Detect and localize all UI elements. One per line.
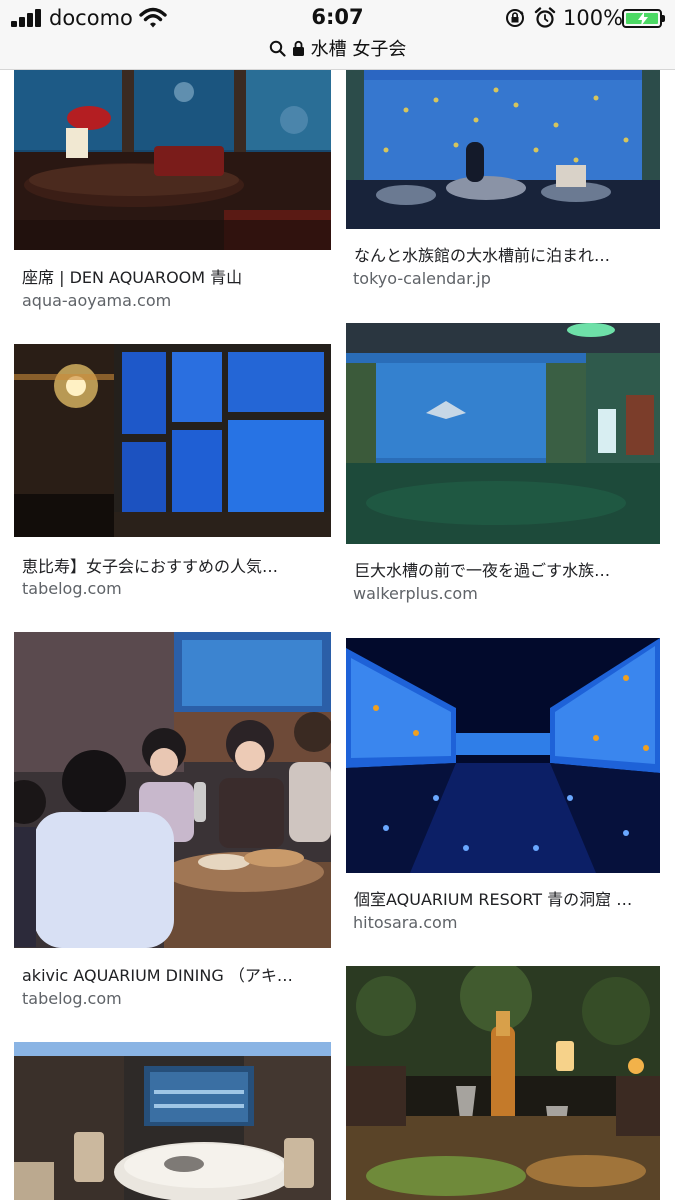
result-title[interactable]: 巨大水槽の前で一夜を過ごす水族… [354, 557, 654, 581]
result-domain: tabelog.com [22, 989, 122, 1008]
address-bar[interactable]: 水槽 女子会 [0, 35, 675, 63]
result-thumbnail[interactable] [14, 344, 331, 537]
result-thumbnail[interactable] [346, 323, 660, 544]
result-thumbnail[interactable] [14, 1042, 331, 1200]
rotation-lock-icon [506, 9, 524, 27]
result-title[interactable]: akivic AQUARIUM DINING （アキ… [22, 962, 322, 986]
result-thumbnail[interactable] [346, 70, 660, 229]
lock-icon [292, 40, 304, 56]
result-thumbnail[interactable] [346, 638, 660, 873]
address-bar-query: 水槽 女子会 [310, 39, 407, 60]
search-icon [269, 40, 286, 57]
battery-icon [622, 9, 665, 28]
result-title[interactable]: 恵比寿】女子会におすすめの人気… [22, 553, 322, 577]
result-domain: walkerplus.com [353, 584, 478, 603]
result-thumbnail[interactable] [346, 966, 660, 1200]
result-domain: hitosara.com [353, 913, 458, 932]
result-title[interactable]: 個室AQUARIUM RESORT 青の洞窟 … [354, 886, 654, 910]
result-thumbnail[interactable] [14, 70, 331, 250]
result-title[interactable]: 座席 | DEN AQUAROOM 青山 [22, 264, 322, 288]
status-bar: docomo 6:07 100% [0, 0, 675, 36]
result-domain: tokyo-calendar.jp [353, 269, 491, 288]
result-thumbnail[interactable] [14, 632, 331, 948]
battery-percentage: 100% [563, 6, 624, 30]
result-domain: tabelog.com [22, 579, 122, 598]
result-domain: aqua-aoyama.com [22, 291, 172, 310]
alarm-clock-icon [534, 7, 556, 28]
result-title[interactable]: なんと水族館の大水槽前に泊まれ… [354, 242, 654, 266]
browser-top-bar: docomo 6:07 100% 水槽 女子会 [0, 0, 675, 70]
